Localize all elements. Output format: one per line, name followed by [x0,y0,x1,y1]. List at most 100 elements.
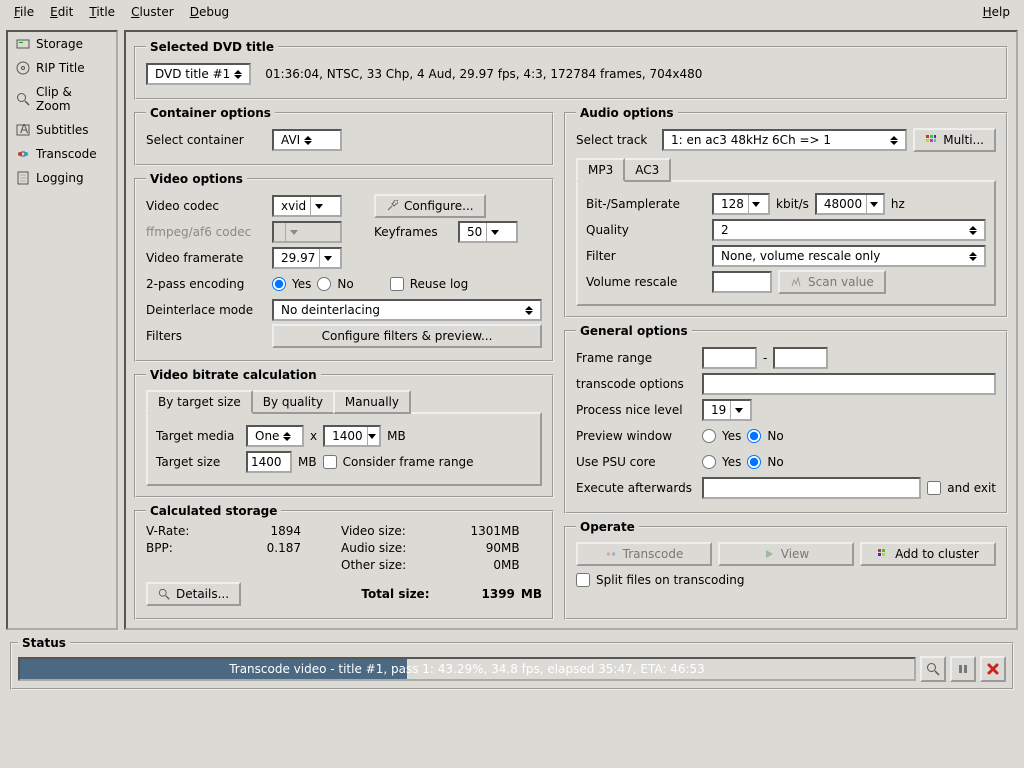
grid-icon [925,134,937,146]
audio-legend: Audio options [576,106,678,120]
bitrate-tabs: By target size By quality Manually [146,388,542,412]
close-icon [986,662,1000,676]
transcode-opts-label: transcode options [576,377,696,391]
consider-frame-range-checkbox[interactable] [323,455,337,469]
keyframes-select[interactable]: 50 [458,221,518,243]
preview-yes-radio[interactable] [702,429,716,443]
magnifier-icon [926,662,940,676]
menu-help[interactable]: Help [975,2,1018,22]
pause-icon [957,663,969,675]
menu-title[interactable]: Title [81,2,123,22]
audio-track-label: Select track [576,133,656,147]
general-legend: General options [576,324,692,338]
psu-no-radio[interactable] [747,455,761,469]
menu-debug[interactable]: Debug [182,2,237,22]
bitrate-tab-body: Target media One x 1400 MB [146,412,542,486]
scan-value-button: Scan value [778,270,886,294]
zoom-button[interactable] [920,656,946,682]
multi-audio-button[interactable]: Multi... [913,128,996,152]
general-options-group: General options Frame range - transcode … [564,324,1008,514]
transcode-button: Transcode [576,542,712,566]
frame-range-from-input[interactable] [702,347,757,369]
sidebar-item-logging[interactable]: Logging [8,166,116,190]
psu-yes-radio[interactable] [702,455,716,469]
configure-filters-button[interactable]: Configure filters & preview... [272,324,542,348]
view-button: View [718,542,854,566]
disc-icon [16,61,30,75]
calculated-storage-group: Calculated storage V-Rate: 1894 Video si… [134,504,554,620]
target-size-input[interactable] [246,451,292,473]
frame-range-to-input[interactable] [773,347,828,369]
nice-level-label: Process nice level [576,403,696,417]
keyframes-label: Keyframes [374,225,452,239]
deinterlace-select[interactable]: No deinterlacing [272,299,542,321]
execute-after-input[interactable] [702,477,921,499]
nice-level-select[interactable]: 19 [702,399,752,421]
video-codec-label: Video codec [146,199,266,213]
add-to-cluster-button[interactable]: Add to cluster [860,542,996,566]
spinner-arrows-icon [234,70,246,79]
pause-button[interactable] [950,656,976,682]
spinner-arrows-icon [969,226,981,235]
sidebar-item-storage[interactable]: Storage [8,32,116,56]
cancel-button[interactable] [980,656,1006,682]
chevron-down-icon [367,427,376,445]
wrench-icon [386,200,398,212]
video-size-value: 1301 [431,524,501,538]
menu-edit[interactable]: Edit [42,2,81,22]
sidebar-item-rip[interactable]: RIP Title [8,56,116,80]
tab-manually[interactable]: Manually [333,390,411,414]
scan-icon [790,276,802,288]
audio-quality-spinner[interactable]: 2 [712,219,986,241]
audio-options-group: Audio options Select track 1: en ac3 48k… [564,106,1008,318]
audio-track-select[interactable]: 1: en ac3 48kHz 6Ch => 1 [662,129,907,151]
tab-quality[interactable]: By quality [251,390,335,414]
audio-size-label: Audio size: [341,541,431,555]
execute-after-label: Execute afterwards [576,481,696,495]
sidebar-item-clip[interactable]: Clip & Zoom [8,80,116,118]
svg-text:A: A [20,123,29,136]
reuse-log-checkbox[interactable] [390,277,404,291]
volume-rescale-input[interactable] [712,271,772,293]
transcode-icon [16,147,30,161]
sidebar-item-subtitles[interactable]: A Subtitles [8,118,116,142]
twopass-no-radio[interactable] [317,277,331,291]
video-codec-select[interactable]: xvid [272,195,342,217]
dvd-title-select[interactable]: DVD title #1 [146,63,251,85]
framerate-select[interactable]: 29.97 [272,247,342,269]
audio-filter-select[interactable]: None, volume rescale only [712,245,986,267]
twopass-yes-radio[interactable] [272,277,286,291]
and-exit-checkbox[interactable] [927,481,941,495]
preview-no-radio[interactable] [747,429,761,443]
menu-file[interactable]: File [6,2,42,22]
transcode-opts-input[interactable] [702,373,996,395]
bitrate-group: Video bitrate calculation By target size… [134,368,554,498]
sidebar-item-label: Subtitles [36,123,89,137]
operate-legend: Operate [576,520,639,534]
audio-samplerate-select[interactable]: 48000 [815,193,885,215]
chevron-down-icon [866,195,880,213]
audio-tab-body: Bit-/Samplerate 128 kbit/s 48000 hz [576,180,996,306]
target-media-select[interactable]: One [246,425,304,447]
audio-bitrate-select[interactable]: 128 [712,193,770,215]
chevron-down-icon [748,195,764,213]
tab-ac3[interactable]: AC3 [623,158,671,182]
sidebar-item-transcode[interactable]: Transcode [8,142,116,166]
video-size-label: Video size: [341,524,431,538]
spinner-arrows-icon [969,252,981,261]
grid-icon [877,548,889,560]
container-select[interactable]: AVI [272,129,342,151]
framerate-label: Video framerate [146,251,266,265]
details-button[interactable]: Details... [146,582,241,606]
menu-cluster[interactable]: Cluster [123,2,182,22]
configure-codec-button[interactable]: Configure... [374,194,486,218]
subtitles-icon: A [16,123,30,137]
disc-size-select[interactable]: 1400 [323,425,381,447]
ffmpeg-codec-select [272,221,342,243]
split-files-checkbox[interactable] [576,573,590,587]
target-media-label: Target media [156,429,240,443]
tab-target-size[interactable]: By target size [146,390,253,414]
audio-filter-label: Filter [586,249,706,263]
spinner-arrows-icon [890,136,902,145]
tab-mp3[interactable]: MP3 [576,158,625,182]
